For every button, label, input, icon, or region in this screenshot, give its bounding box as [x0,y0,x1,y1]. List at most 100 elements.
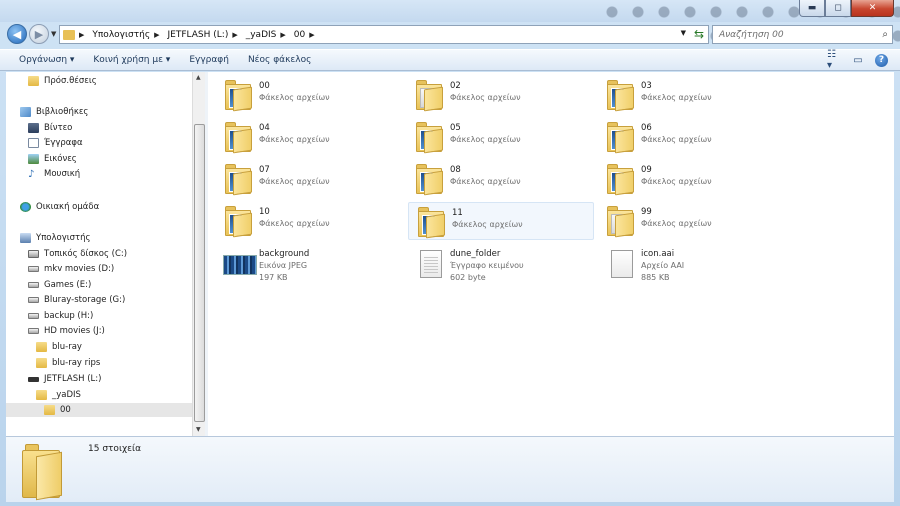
usb-drive-icon [28,376,39,382]
folder-item[interactable]: 08 Φάκελος αρχείων [407,160,593,198]
folder-item[interactable]: 99 Φάκελος αρχείων [598,202,784,240]
command-bar: Οργάνωση ▾ Κοινή χρήση με ▾ Εγγραφή Νέος… [0,49,900,71]
video-icon [28,123,39,133]
file-item[interactable]: icon.aai Αρχείο AAI 885 KB [598,244,784,288]
file-item[interactable]: dune_folder Έγγραφο κειμένου 602 byte [407,244,593,288]
folder-icon [416,207,448,239]
folder-item[interactable]: 09 Φάκελος αρχείων [598,160,784,198]
recent-places-icon [28,76,39,86]
folder-icon [223,206,255,238]
drive-icon [28,266,39,272]
folder-icon [223,164,255,196]
share-with-menu[interactable]: Κοινή χρήση με ▾ [93,55,170,65]
arrow-left-icon: ◀ [12,27,22,41]
drive-icon [28,313,39,319]
folder-item[interactable]: 04 Φάκελος αρχείων [216,118,402,156]
folder-icon [605,80,637,112]
drive-icon [28,297,39,303]
title-bar: ▬ ◻ ✕ [0,0,900,44]
new-folder-button[interactable]: Νέος φάκελος [248,55,311,65]
folder-icon [605,122,637,154]
refresh-icon[interactable]: ⇆ [694,27,704,41]
folder-item[interactable]: 00 Φάκελος αρχείων [216,76,402,114]
folder-icon [223,122,255,154]
folder-icon [414,164,446,196]
nav-libraries[interactable]: Βιβλιοθήκες [20,105,88,119]
folder-icon [414,80,446,112]
scroll-down-arrow[interactable]: ▼ [196,426,201,433]
search-input[interactable]: Αναζήτηση 00 ⌕ [712,25,893,44]
organize-menu[interactable]: Οργάνωση ▾ [19,55,74,65]
folder-item[interactable]: 05 Φάκελος αρχείων [407,118,593,156]
folder-icon [36,342,47,352]
nav-drive-h[interactable]: backup (H:) [28,309,93,323]
file-list: 00 Φάκελος αρχείων 02 Φάκελος αρχείων 03 Φά… [208,72,894,436]
search-icon[interactable]: ⌕ [882,29,888,40]
nav-drive-j[interactable]: HD movies (J:) [28,324,105,338]
computer-icon [20,233,31,243]
breadcrumb-jetflash[interactable]: JETFLASH (L:) ▶ [168,30,242,40]
minimize-button[interactable]: ▬ [799,0,825,17]
navigation-pane: Πρόσ.θέσεις Βιβλιοθήκες Βίντεο Έγγραφα Ε… [6,72,192,436]
window-controls: ▬ ◻ ✕ [799,0,894,17]
change-view-icon[interactable]: ☷ ▾ [827,49,841,71]
address-history-dropdown[interactable]: ▼ [681,29,686,37]
nav-video[interactable]: Βίντεο [28,121,72,135]
nav-drive-d[interactable]: mkv movies (D:) [28,262,114,276]
breadcrumb-computer[interactable]: Υπολογιστής ▶ [92,30,163,40]
forward-button[interactable]: ▶ [29,24,49,44]
breadcrumb-yadis[interactable]: _yaDIS ▶ [246,30,290,40]
address-bar[interactable]: ▶ Υπολογιστής ▶ JETFLASH (L:) ▶ _yaDIS ▶ 00… [59,25,709,44]
scroll-up-arrow[interactable]: ▲ [196,74,201,81]
maximize-button[interactable]: ◻ [825,0,851,17]
file-item[interactable]: background Εικόνα JPEG 197 KB [216,244,402,288]
nav-homegroup[interactable]: Οικιακή ομάδα [20,200,99,214]
jpeg-image-icon [223,248,257,280]
folder-icon [414,122,446,154]
pictures-icon [28,154,39,164]
folder-item-hovered[interactable]: 11 Φάκελος αρχείων [408,202,594,240]
back-button[interactable]: ◀ [7,24,27,44]
libraries-icon [20,107,31,117]
folder-icon [36,358,47,368]
scrollbar-thumb[interactable] [194,124,205,422]
close-button[interactable]: ✕ [851,0,894,17]
nav-folder-00[interactable]: 00 [6,403,192,417]
breadcrumb-root[interactable]: ▶ [79,31,88,39]
nav-drive-l[interactable]: JETFLASH (L:) [28,372,101,386]
folder-item[interactable]: 06 Φάκελος αρχείων [598,118,784,156]
folder-item[interactable]: 02 Φάκελος αρχείων [407,76,593,114]
folder-icon [44,405,55,415]
documents-icon [28,138,39,148]
burn-button[interactable]: Εγγραφή [189,55,229,65]
recent-pages-dropdown[interactable]: ▼ [51,30,56,38]
preview-pane-icon[interactable]: ▭ [851,53,865,67]
nav-documents[interactable]: Έγγραφα [28,136,83,150]
nav-music[interactable]: ♪ Μουσική [28,167,80,181]
nav-drive-e[interactable]: Games (E:) [28,278,91,292]
nav-folder-yadis[interactable]: _yaDIS [36,388,81,402]
help-icon[interactable]: ? [875,53,888,67]
system-drive-icon [28,250,39,258]
folder-icon [605,164,637,196]
folder-icon [223,80,255,112]
nav-computer[interactable]: Υπολογιστής [20,231,91,245]
folder-icon [36,390,47,400]
nav-folder-bluray[interactable]: blu-ray [36,340,82,354]
item-count: 15 στοιχεία [88,444,142,454]
folder-item[interactable]: 07 Φάκελος αρχείων [216,160,402,198]
folder-icon [22,440,62,501]
folder-item[interactable]: 03 Φάκελος αρχείων [598,76,784,114]
nav-recent-places[interactable]: Πρόσ.θέσεις [28,74,97,88]
address-row: ◀ ▶ ▼ ▶ Υπολογιστής ▶ JETFLASH (L:) ▶ _yaD… [0,22,900,46]
drive-icon [28,282,39,288]
nav-folder-bluray-rips[interactable]: blu-ray rips [36,356,100,370]
folder-item[interactable]: 10 Φάκελος αρχείων [216,202,402,240]
breadcrumb-00[interactable]: 00 ▶ [294,30,319,40]
nav-scrollbar[interactable]: ▲ ▼ [192,72,205,436]
folder-icon [605,206,637,238]
nav-drive-g[interactable]: Bluray-storage (G:) [28,293,125,307]
music-icon: ♪ [28,169,35,180]
nav-pictures[interactable]: Εικόνες [28,152,77,166]
nav-drive-c[interactable]: Τοπικός δίσκος (C:) [28,247,127,261]
